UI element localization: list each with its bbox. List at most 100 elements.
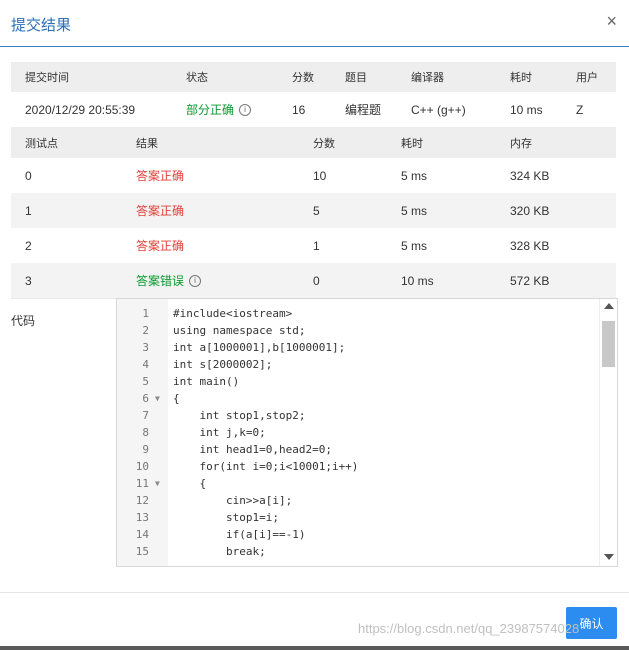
editor-scrollbar[interactable]	[599, 299, 617, 566]
code-text: int head1=0,head2=0;	[173, 443, 332, 456]
testcase-time: 5 ms	[401, 238, 428, 253]
header-elapsed: 耗时	[510, 72, 532, 84]
summary-header-row: 提交时间 状态 分数 题目 编译器 耗时 用户	[11, 62, 616, 92]
total-score: 16	[292, 102, 306, 117]
code-lines: 1 #include<iostream> 2 using namespace std;…	[117, 305, 599, 560]
code-line: 5 int main()	[117, 373, 599, 390]
code-text: int s[2000002];	[173, 358, 273, 371]
dialog-title: 提交结果	[11, 17, 72, 34]
header-testcase: 测试点	[25, 137, 58, 150]
code-line: 2 using namespace std;	[117, 322, 599, 339]
testcase-memory: 320 KB	[510, 203, 550, 218]
code-line: 8 int j,k=0;	[117, 424, 599, 441]
testcase-header-row: 测试点 结果 分数 耗时 内存	[11, 127, 616, 158]
testcase-id: 0	[25, 168, 32, 183]
testcase-time: 10 ms	[401, 273, 434, 288]
footer-divider	[0, 592, 629, 593]
line-number: 2	[142, 324, 149, 337]
elapsed-time: 10 ms	[510, 102, 543, 117]
code-line: 13 stop1=i;	[117, 509, 599, 526]
fold-toggle-icon[interactable]: ▼	[155, 475, 160, 492]
scroll-down-arrow-icon[interactable]	[604, 554, 614, 560]
line-number: 13	[135, 511, 149, 524]
code-text: #include<iostream>	[173, 307, 293, 320]
code-line: 6 ▼ {	[117, 390, 599, 407]
code-line: 11 ▼ {	[117, 475, 599, 492]
scrollbar-thumb[interactable]	[602, 321, 615, 367]
line-number: 7	[142, 409, 149, 422]
code-line: 3 int a[1000001],b[1000001];	[117, 339, 599, 356]
code-text: int main()	[173, 375, 240, 388]
testcase-memory: 328 KB	[510, 238, 550, 253]
testcase-result: 答案正确	[136, 239, 185, 253]
line-number: 10	[135, 460, 149, 473]
testcase-score: 1	[313, 238, 320, 253]
testcase-score: 0	[313, 273, 320, 288]
line-number: 8	[142, 426, 149, 439]
table-row: 0 答案正确 10 5 ms 324 KB	[11, 158, 616, 194]
info-icon[interactable]: i	[189, 274, 202, 287]
user-name: Z	[576, 102, 584, 117]
line-number: 3	[142, 341, 149, 354]
code-text: break;	[173, 545, 266, 558]
code-line: 12 cin>>a[i];	[117, 492, 599, 509]
status-badge: 部分正确 i	[186, 92, 252, 127]
code-line: 7 int stop1,stop2;	[117, 407, 599, 424]
status-text: 部分正确	[186, 103, 235, 117]
code-text: stop1=i;	[173, 511, 279, 524]
code-editor[interactable]: 1 #include<iostream> 2 using namespace std;…	[116, 298, 618, 567]
header-submit-time: 提交时间	[25, 72, 69, 84]
testcase-score: 5	[313, 203, 320, 218]
line-number: 5	[142, 375, 149, 388]
code-line: 9 int head1=0,head2=0;	[117, 441, 599, 458]
line-number: 4	[142, 358, 149, 371]
table-row: 3 答案错误 i 0 10 ms 572 KB	[11, 263, 616, 299]
watermark: https://blog.csdn.net/qq_23987574028	[358, 621, 580, 636]
code-line: 4 int s[2000002];	[117, 356, 599, 373]
testcase-result: 答案错误	[136, 274, 185, 288]
scroll-up-arrow-icon[interactable]	[604, 303, 614, 309]
dialog-header: 提交结果 ×	[0, 0, 629, 47]
code-line: 10 for(int i=0;i<10001;i++)	[117, 458, 599, 475]
line-number: 15	[135, 545, 149, 558]
close-icon[interactable]: ×	[606, 11, 617, 31]
testcase-time: 5 ms	[401, 168, 428, 183]
line-number: 11	[135, 477, 149, 490]
code-line: 1 #include<iostream>	[117, 305, 599, 322]
fold-toggle-icon[interactable]: ▼	[155, 390, 160, 407]
testcase-id: 2	[25, 238, 32, 253]
header-memory: 内存	[510, 137, 532, 150]
table-row: 2 答案正确 1 5 ms 328 KB	[11, 228, 616, 264]
code-text: int stop1,stop2;	[173, 409, 306, 422]
testcase-id: 1	[25, 203, 32, 218]
testcase-time: 5 ms	[401, 203, 428, 218]
line-number: 9	[142, 443, 149, 456]
code-text: int j,k=0;	[173, 426, 266, 439]
testcase-score: 10	[313, 168, 327, 183]
bottom-bar	[0, 646, 629, 650]
header-status: 状态	[186, 72, 208, 84]
compiler: C++ (g++)	[411, 102, 466, 117]
code-label: 代码	[11, 314, 36, 328]
header-compiler: 编译器	[411, 72, 444, 84]
info-icon[interactable]: i	[239, 103, 252, 116]
line-number: 1	[142, 307, 149, 320]
problem-type: 编程题	[345, 103, 382, 117]
header-result: 结果	[136, 137, 158, 150]
header-problem: 题目	[345, 72, 367, 84]
line-number: 14	[135, 528, 149, 541]
code-text: if(a[i]==-1)	[173, 528, 306, 541]
testcase-id: 3	[25, 273, 32, 288]
code-text: int a[1000001],b[1000001];	[173, 341, 346, 354]
testcase-memory: 324 KB	[510, 168, 550, 183]
line-number: 12	[135, 494, 149, 507]
header-score: 分数	[292, 72, 314, 84]
testcase-memory: 572 KB	[510, 273, 550, 288]
code-text: {	[173, 392, 180, 405]
line-number: 6	[142, 392, 149, 405]
code-line: 14 if(a[i]==-1)	[117, 526, 599, 543]
testcase-result: 答案正确	[136, 204, 185, 218]
submit-time: 2020/12/29 20:55:39	[25, 102, 136, 117]
code-line: 15 break;	[117, 543, 599, 560]
code-text: cin>>a[i];	[173, 494, 293, 507]
